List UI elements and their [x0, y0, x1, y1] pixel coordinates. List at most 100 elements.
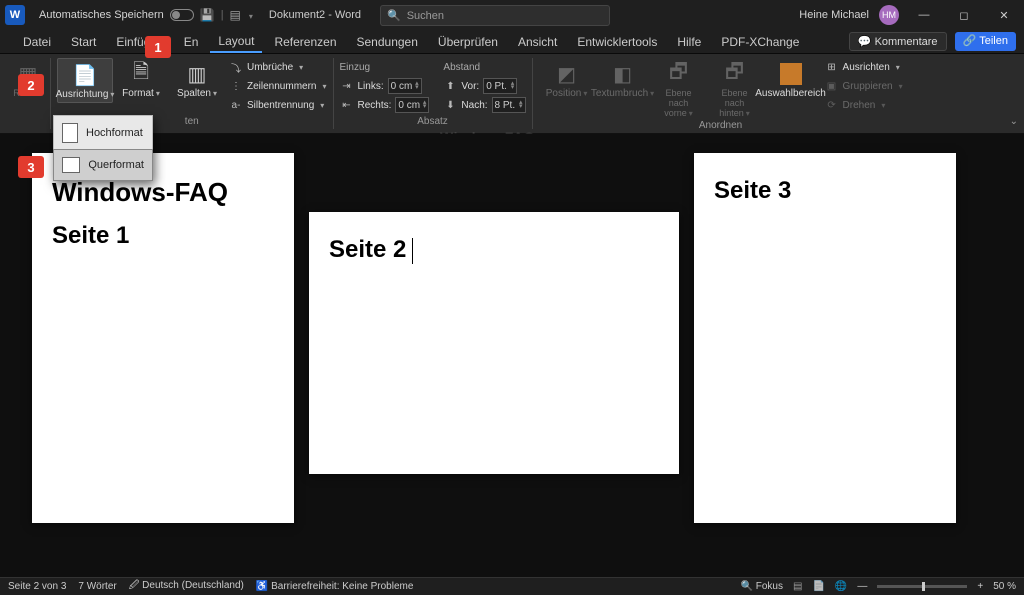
columns-icon: ▥: [188, 60, 207, 88]
spacing-before-row: ⬆ Vor: 0 Pt.▴▾: [443, 77, 525, 95]
customize-qat-icon[interactable]: ▤: [230, 8, 241, 22]
page-2-text: Seite 2: [329, 236, 659, 264]
spacing-after-input[interactable]: 8 Pt.▴▾: [492, 97, 526, 113]
tab-pdfxchange[interactable]: PDF-XChange: [713, 32, 807, 52]
page-1-heading: Windows-FAQ: [52, 177, 274, 208]
page-3[interactable]: Seite 3: [694, 153, 956, 523]
bring-forward-button[interactable]: 🗗Ebene nach vorne: [651, 58, 707, 120]
autosave-toggle[interactable]: [170, 9, 194, 21]
hyphenation-icon: a-: [229, 100, 243, 111]
comments-button[interactable]: 💬Kommentare: [849, 32, 947, 51]
share-button[interactable]: 🔗Teilen: [955, 32, 1016, 51]
zoom-slider[interactable]: [877, 585, 967, 588]
page-1-text: Seite 1: [52, 222, 274, 250]
bring-forward-icon: 🗗: [669, 60, 688, 88]
callout-2: 2: [18, 74, 44, 96]
indent-right-icon: ⇤: [340, 100, 354, 111]
paragraph-group-label: Absatz: [340, 116, 526, 127]
search-box[interactable]: 🔍 Suchen: [380, 5, 610, 26]
size-button[interactable]: 🗎 Format: [113, 58, 169, 101]
indent-heading: Einzug: [340, 58, 430, 76]
callout-3: 3: [18, 156, 44, 178]
qat-dropdown-icon[interactable]: [247, 8, 253, 22]
align-icon: ⊞: [825, 62, 839, 73]
ribbon: ▦ Ränder 📄 Ausrichtung 🗎 Format ▥ Spalte…: [0, 54, 1024, 134]
orientation-landscape[interactable]: Querformat: [53, 149, 153, 181]
document-canvas[interactable]: Windows-FAQ Seite 1 Seite 2 Seite 3: [0, 134, 1024, 577]
selection-pane-button[interactable]: Auswahlbereich: [763, 58, 819, 101]
orientation-icon: 📄: [73, 61, 98, 89]
ribbon-collapse-button[interactable]: ⌄: [1010, 116, 1018, 127]
hyphenation-button[interactable]: a-Silbentrennung: [229, 96, 327, 114]
close-button[interactable]: ✕: [989, 9, 1019, 22]
group-icon: ▣: [825, 81, 839, 92]
document-title: Dokument2 - Word: [269, 9, 361, 21]
indent-left-icon: ⇥: [340, 81, 354, 92]
spacing-after-icon: ⬇: [443, 100, 457, 111]
rotate-button[interactable]: ⟳Drehen: [825, 96, 903, 114]
indent-right-row: ⇤ Rechts: 0 cm▴▾: [340, 96, 430, 114]
columns-button[interactable]: ▥ Spalten: [169, 58, 225, 101]
page-3-text: Seite 3: [714, 177, 936, 205]
group-button[interactable]: ▣Gruppieren: [825, 77, 903, 95]
save-icon[interactable]: 💾: [200, 8, 215, 22]
zoom-out-button[interactable]: —: [857, 581, 867, 592]
tab-ansicht[interactable]: Ansicht: [510, 32, 565, 52]
tab-start[interactable]: Start: [63, 32, 104, 52]
tab-entwurf-hidden[interactable]: En: [176, 32, 207, 52]
minimize-button[interactable]: —: [909, 9, 939, 21]
breaks-icon: ⤵: [229, 60, 243, 75]
spacing-after-row: ⬇ Nach: 8 Pt.▴▾: [443, 96, 525, 114]
callout-1: 1: [145, 36, 171, 58]
status-words[interactable]: 7 Wörter: [78, 581, 116, 592]
send-backward-icon: 🗗: [725, 60, 744, 88]
tab-entwicklertools[interactable]: Entwicklertools: [569, 32, 665, 52]
status-page[interactable]: Seite 2 von 3: [8, 581, 66, 592]
search-placeholder: Suchen: [407, 10, 444, 22]
text-cursor: [412, 238, 413, 264]
indent-left-input[interactable]: 0 cm▴▾: [388, 78, 422, 94]
title-bar: W Automatisches Speichern 💾 | ▤ Dokument…: [0, 0, 1024, 30]
tab-sendungen[interactable]: Sendungen: [349, 32, 426, 52]
maximize-button[interactable]: ◻: [949, 9, 979, 22]
status-language[interactable]: 🖉 Deutsch (Deutschland): [129, 578, 244, 595]
focus-mode-button[interactable]: 🔍 Fokus: [741, 581, 783, 592]
orientation-dropdown: Hochformat Querformat: [53, 115, 153, 181]
indent-left-row: ⇥ Links: 0 cm▴▾: [340, 77, 430, 95]
view-web-layout[interactable]: 🌐: [835, 581, 847, 592]
spacing-before-input[interactable]: 0 Pt.▴▾: [483, 78, 517, 94]
portrait-icon: [62, 123, 78, 143]
tab-hilfe[interactable]: Hilfe: [669, 32, 709, 52]
line-numbers-icon: ⋮: [229, 81, 243, 92]
tab-layout[interactable]: Layout: [210, 31, 262, 53]
zoom-in-button[interactable]: +: [977, 581, 983, 592]
text-wrap-button[interactable]: ◧Textumbruch: [595, 58, 651, 101]
tab-datei[interactable]: Datei: [15, 32, 59, 52]
spacing-before-icon: ⬆: [443, 81, 457, 92]
send-backward-button[interactable]: 🗗Ebene nach hinten: [707, 58, 763, 120]
spacing-heading: Abstand: [443, 58, 525, 76]
user-avatar[interactable]: HM: [879, 5, 899, 25]
search-icon: 🔍: [387, 9, 401, 22]
size-icon: 🗎: [133, 60, 149, 88]
align-button[interactable]: ⊞Ausrichten: [825, 58, 903, 76]
view-read-mode[interactable]: ▤: [793, 581, 802, 592]
position-icon: ◩: [557, 60, 576, 88]
position-button[interactable]: ◩Position: [539, 58, 595, 101]
tab-referenzen[interactable]: Referenzen: [266, 32, 344, 52]
line-numbers-button[interactable]: ⋮Zeilennummern: [229, 77, 327, 95]
status-accessibility[interactable]: ♿ Barrierefreiheit: Keine Probleme: [256, 581, 414, 592]
rotate-icon: ⟳: [825, 100, 839, 111]
breaks-button[interactable]: ⤵Umbrüche: [229, 58, 327, 76]
page-1[interactable]: Windows-FAQ Seite 1: [32, 153, 294, 523]
orientation-button[interactable]: 📄 Ausrichtung: [57, 58, 113, 103]
page-2[interactable]: Seite 2: [309, 212, 679, 474]
tab-ueberpruefen[interactable]: Überprüfen: [430, 32, 506, 52]
orientation-portrait[interactable]: Hochformat: [54, 116, 152, 150]
autosave-label: Automatisches Speichern: [39, 9, 164, 21]
landscape-icon: [62, 157, 80, 173]
indent-right-input[interactable]: 0 cm▴▾: [395, 97, 429, 113]
zoom-level[interactable]: 50 %: [993, 581, 1016, 592]
view-print-layout[interactable]: 📄: [812, 581, 824, 592]
word-app-icon: W: [5, 5, 25, 25]
